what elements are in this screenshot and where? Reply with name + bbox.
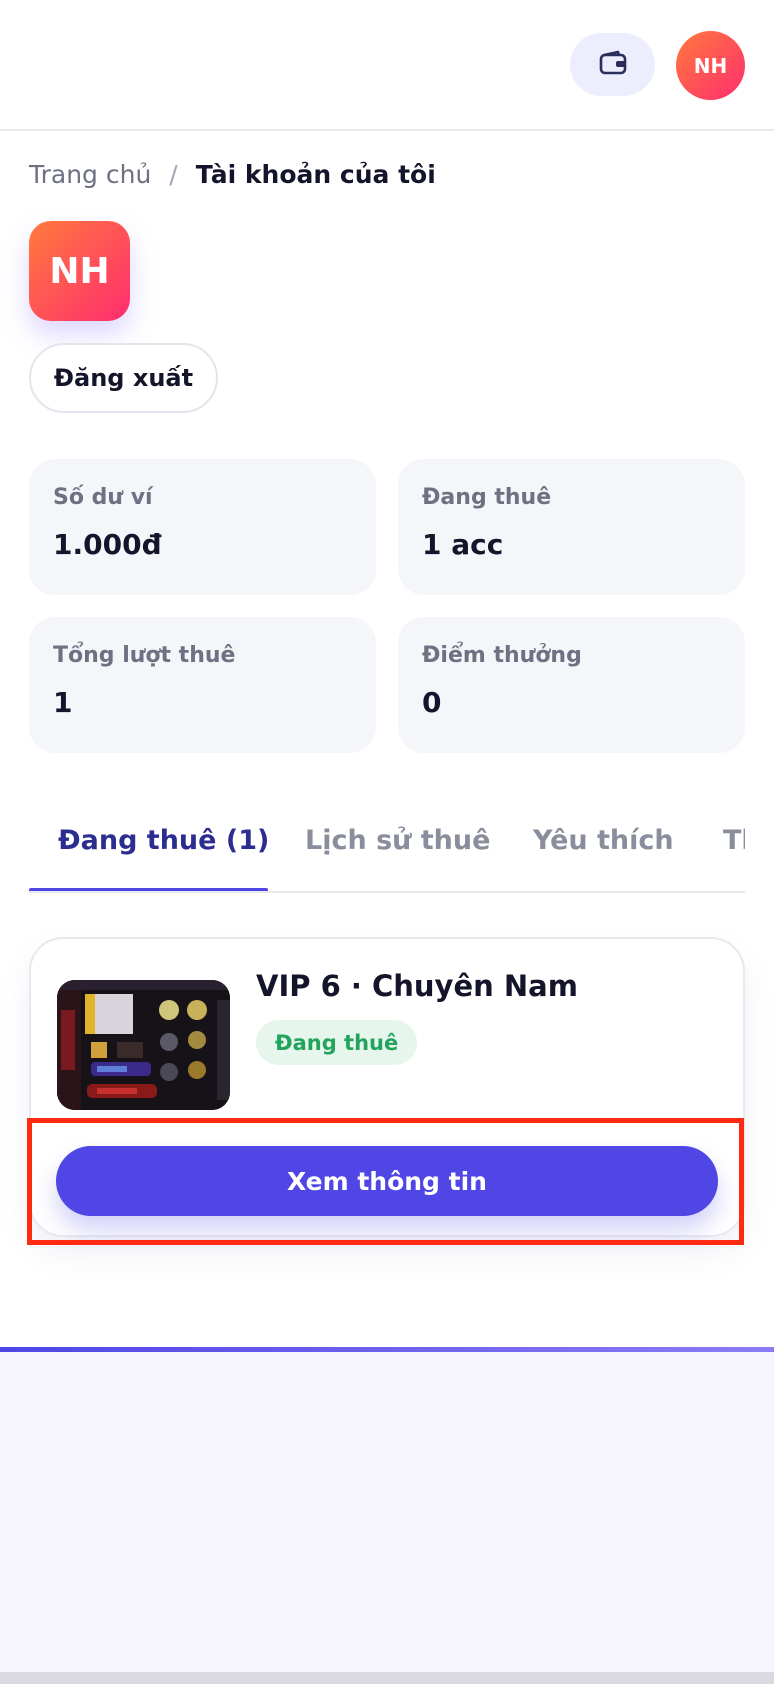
account-thumbnail xyxy=(57,980,230,1110)
stat-value: 0 xyxy=(422,686,442,719)
tab-favorites[interactable]: Yêu thích xyxy=(533,825,674,856)
stat-value: 1 xyxy=(53,686,73,719)
stat-label: Tổng lượt thuê xyxy=(53,643,236,668)
stat-card-wallet-balance: Số dư ví 1.000đ xyxy=(29,459,376,595)
stat-card-total-rentals: Tổng lượt thuê 1 xyxy=(29,617,376,753)
view-info-button[interactable]: Xem thông tin xyxy=(56,1146,718,1216)
bottom-edge xyxy=(0,1672,774,1684)
stat-value: 1 acc xyxy=(422,528,504,561)
stat-card-reward-points: Điểm thưởng 0 xyxy=(398,617,745,753)
breadcrumb-separator: / xyxy=(169,160,178,189)
tab-rental-history[interactable]: Lịch sử thuê xyxy=(305,825,490,856)
active-tab-indicator xyxy=(29,888,268,891)
profile-avatar: NH xyxy=(29,221,130,321)
stat-card-renting: Đang thuê 1 acc xyxy=(398,459,745,595)
stat-label: Đang thuê xyxy=(422,485,552,510)
logout-button[interactable]: Đăng xuất xyxy=(29,343,218,413)
wallet-button[interactable] xyxy=(570,33,655,96)
user-avatar[interactable]: NH xyxy=(676,31,745,100)
top-header: NH xyxy=(0,0,774,131)
rental-card: VIP 6 · Chuyên Nam Đang thuê Xem thông t… xyxy=(29,937,745,1237)
stat-value: 1.000đ xyxy=(53,528,162,561)
stat-label: Số dư ví xyxy=(53,485,153,510)
breadcrumb: Trang chủ / Tài khoản của tôi xyxy=(29,160,436,189)
wallet-icon xyxy=(599,50,627,80)
account-tabs: Đang thuê (1) Lịch sử thuê Yêu thích Th xyxy=(29,813,745,893)
rental-title: VIP 6 · Chuyên Nam xyxy=(256,969,578,1003)
status-badge: Đang thuê xyxy=(256,1020,418,1065)
footer-area xyxy=(0,1352,774,1672)
stat-label: Điểm thưởng xyxy=(422,643,582,668)
tab-more[interactable]: Th xyxy=(723,825,745,856)
tab-renting[interactable]: Đang thuê (1) xyxy=(58,825,269,856)
breadcrumb-current: Tài khoản của tôi xyxy=(195,160,436,189)
breadcrumb-home-link[interactable]: Trang chủ xyxy=(29,160,151,189)
